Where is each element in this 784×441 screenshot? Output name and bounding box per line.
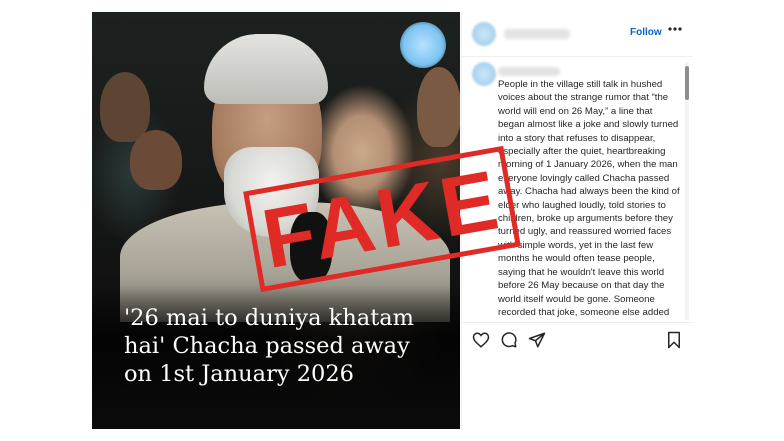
background-person [100,72,150,142]
heart-icon[interactable] [472,331,490,349]
bookmark-icon[interactable] [665,331,683,349]
comment-icon[interactable] [500,331,518,349]
post-caption: People in the village still talk in hush… [498,79,680,318]
avatar[interactable] [472,22,496,46]
background-person [130,130,182,190]
more-icon[interactable] [667,22,683,39]
username-blurred[interactable] [498,67,560,76]
blurred-logo [400,22,446,68]
background-person [417,67,460,147]
video-caption: '26 mai to duniya khatam hai' Chacha pas… [124,305,414,387]
scrollbar[interactable] [685,62,689,320]
post-header: Follow [462,12,693,57]
action-bar [462,322,693,357]
follow-button[interactable]: Follow [630,27,662,38]
prayer-cap [204,34,328,104]
avatar[interactable] [472,62,496,86]
send-icon[interactable] [528,331,546,349]
username-blurred[interactable] [504,29,570,39]
scrollbar-thumb[interactable] [685,66,689,100]
